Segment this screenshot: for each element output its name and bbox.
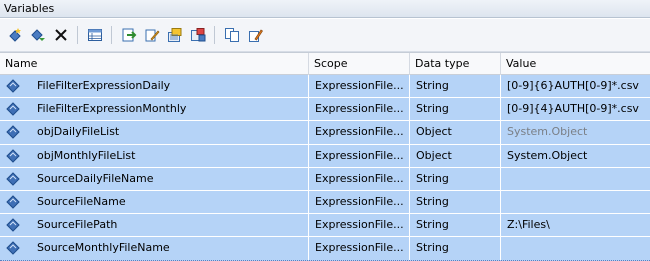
panel-title-bar: Variables bbox=[0, 0, 650, 18]
edit-expression-button[interactable] bbox=[141, 24, 163, 46]
grid-header: Name Scope Data type Value bbox=[0, 53, 650, 75]
variable-name: SourceDailyFileName bbox=[37, 171, 154, 185]
variable-icon bbox=[6, 125, 20, 140]
variable-name: SourceFileName bbox=[37, 195, 126, 209]
variable-row[interactable]: SourceFileName ExpressionFile... String bbox=[0, 190, 650, 215]
variable-name: FileFilterExpressionMonthly bbox=[37, 102, 187, 116]
evaluate-expression-icon bbox=[122, 28, 137, 42]
variable-name: objDailyFileList bbox=[37, 125, 120, 139]
add-variable-icon bbox=[9, 28, 21, 42]
variable-data-type[interactable]: String bbox=[410, 167, 501, 190]
variable-icon bbox=[6, 79, 20, 93]
variable-row[interactable]: FileFilterExpressionDaily ExpressionFile… bbox=[0, 75, 650, 99]
variable-row[interactable]: SourceDailyFileName ExpressionFile... St… bbox=[0, 167, 650, 191]
variable-row[interactable]: SourceFilePath ExpressionFile... String … bbox=[0, 214, 650, 238]
variable-scope: ExpressionFile... bbox=[309, 98, 410, 121]
variable-scope: ExpressionFile... bbox=[309, 237, 410, 260]
variable-value[interactable]: System.Object bbox=[501, 145, 650, 167]
delete-variable-button[interactable] bbox=[50, 24, 72, 46]
toolbar bbox=[0, 19, 650, 52]
variable-name: objMonthlyFileList bbox=[37, 148, 136, 162]
panel-title: Variables bbox=[4, 2, 55, 15]
show-system-icon bbox=[191, 28, 206, 42]
variable-name: SourceFilePath bbox=[37, 218, 118, 232]
move-variable-button[interactable] bbox=[27, 24, 49, 46]
grid-options-button[interactable] bbox=[84, 24, 106, 46]
column-header-name[interactable]: Name bbox=[0, 53, 309, 75]
show-system-variables-button[interactable] bbox=[187, 24, 209, 46]
variable-icon bbox=[6, 241, 20, 256]
variable-row[interactable]: objDailyFileList ExpressionFile... Objec… bbox=[0, 121, 650, 145]
evaluate-expression-button[interactable] bbox=[118, 24, 140, 46]
variable-value[interactable]: [0-9]{6}AUTH[0-9]*.csv bbox=[501, 75, 650, 97]
variable-value[interactable]: Z:\Files\ bbox=[501, 214, 650, 236]
toolbar-separator bbox=[111, 26, 112, 44]
variable-data-type[interactable]: String bbox=[410, 237, 501, 260]
edit-expression-icon bbox=[145, 29, 160, 42]
copy-button[interactable] bbox=[221, 24, 243, 46]
variable-value[interactable] bbox=[501, 237, 650, 259]
variable-data-type[interactable]: String bbox=[410, 98, 501, 121]
variable-icon bbox=[6, 148, 20, 163]
variable-row[interactable]: objMonthlyFileList ExpressionFile... Obj… bbox=[0, 144, 650, 168]
paste-button[interactable] bbox=[244, 24, 266, 46]
variable-value[interactable] bbox=[501, 168, 650, 190]
variable-value[interactable] bbox=[501, 191, 650, 213]
variable-value[interactable]: System.Object bbox=[501, 121, 650, 143]
variable-scope: ExpressionFile... bbox=[309, 190, 410, 214]
column-header-data-type[interactable]: Data type bbox=[410, 53, 501, 75]
variable-scope: ExpressionFile... bbox=[309, 167, 410, 190]
variable-name: FileFilterExpressionDaily bbox=[37, 79, 171, 93]
variable-data-type[interactable]: String bbox=[410, 75, 501, 98]
variable-value[interactable]: [0-9]{4}AUTH[0-9]*.csv bbox=[501, 98, 650, 120]
show-all-variables-button[interactable] bbox=[164, 24, 186, 46]
variable-data-type[interactable]: String bbox=[410, 214, 501, 237]
variable-icon bbox=[6, 172, 20, 186]
paste-icon bbox=[249, 29, 263, 42]
variable-row[interactable]: FileFilterExpressionMonthly ExpressionFi… bbox=[0, 98, 650, 122]
grid-options-icon bbox=[88, 29, 102, 41]
variable-scope: ExpressionFile... bbox=[309, 214, 410, 237]
variables-grid: Name Scope Data type Value FileFilterExp… bbox=[0, 52, 650, 261]
add-variable-button[interactable] bbox=[4, 24, 26, 46]
variable-scope: ExpressionFile... bbox=[309, 75, 410, 98]
variable-icon bbox=[6, 102, 20, 116]
variable-data-type[interactable]: Object bbox=[410, 144, 501, 167]
variable-row[interactable]: SourceMonthlyFileName ExpressionFile... … bbox=[0, 237, 650, 261]
toolbar-separator bbox=[214, 26, 215, 44]
variable-name: SourceMonthlyFileName bbox=[37, 241, 170, 255]
variable-data-type[interactable]: Object bbox=[410, 121, 501, 144]
column-header-value[interactable]: Value bbox=[501, 53, 650, 75]
variable-data-type[interactable]: String bbox=[410, 190, 501, 214]
variable-icon bbox=[6, 218, 20, 232]
variable-icon bbox=[6, 195, 20, 209]
column-header-scope[interactable]: Scope bbox=[309, 53, 410, 75]
move-variable-icon bbox=[31, 29, 45, 41]
variable-scope: ExpressionFile... bbox=[309, 121, 410, 144]
variable-scope: ExpressionFile... bbox=[309, 144, 410, 167]
delete-icon bbox=[55, 29, 67, 41]
copy-icon bbox=[225, 28, 239, 42]
show-all-icon bbox=[168, 28, 182, 42]
toolbar-separator bbox=[77, 26, 78, 44]
